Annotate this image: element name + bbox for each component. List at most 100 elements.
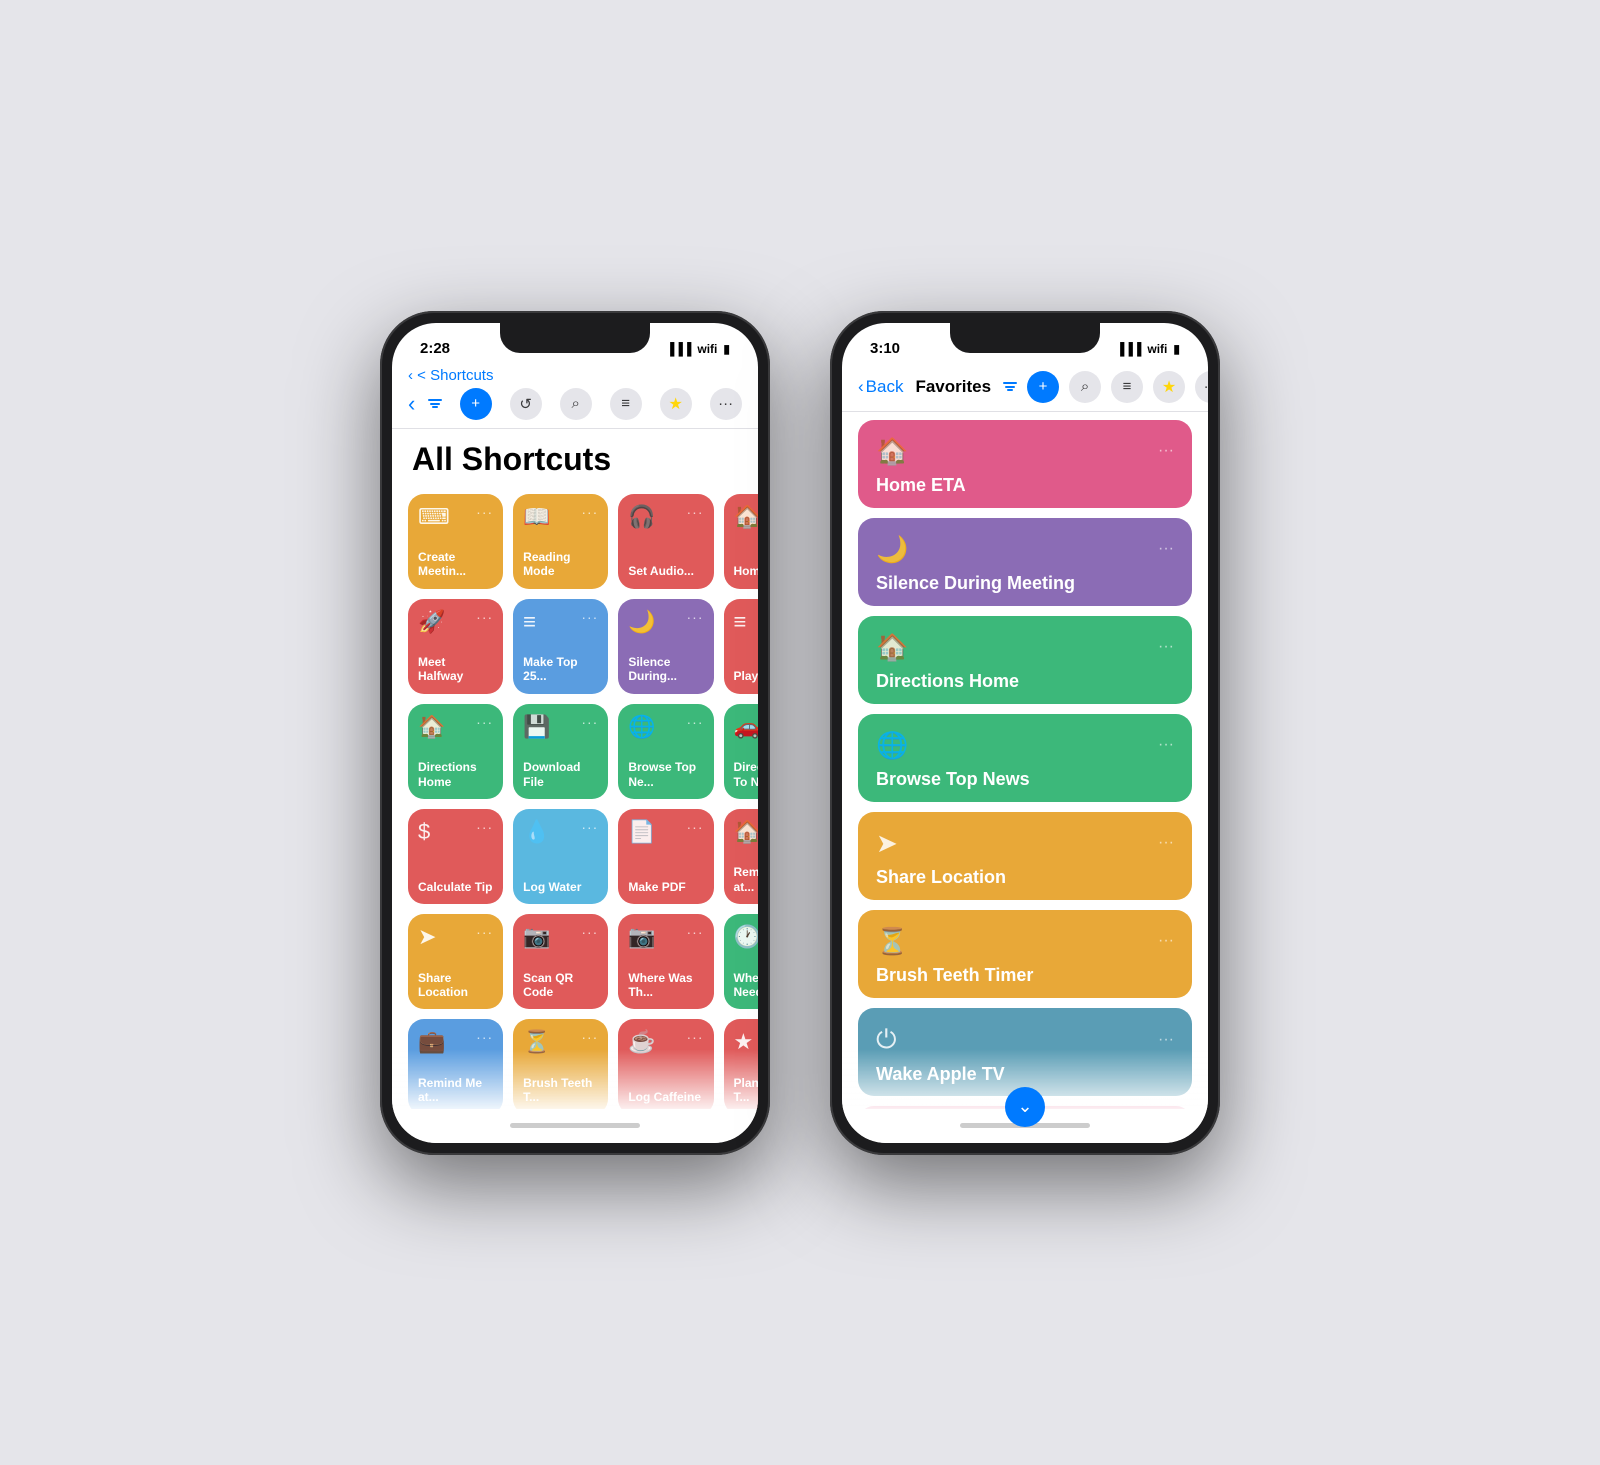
tile-more-icon[interactable]: ··· — [581, 1029, 598, 1045]
fav-more-icon[interactable]: ··· — [1158, 540, 1174, 558]
tile-more-icon[interactable]: ··· — [581, 924, 598, 940]
fav-item-silence-during-meeting[interactable]: 🌙 ··· Silence During Meeting — [858, 518, 1192, 606]
shortcut-tile-make-pdf[interactable]: 📄 ··· Make PDF — [618, 809, 713, 904]
tile-icon-log-caffeine: ☕ — [628, 1029, 655, 1055]
refresh-btn-1[interactable]: ↺ — [510, 388, 542, 420]
back-btn-2[interactable]: ‹ Back — [858, 377, 903, 397]
tile-more-icon[interactable]: ··· — [687, 819, 704, 835]
tile-icon-plan-3-main: ★ — [734, 1029, 754, 1055]
tile-more-icon[interactable]: ··· — [581, 609, 598, 625]
shortcut-tile-play-playlist[interactable]: ≡ ··· Play Playlist — [724, 599, 758, 694]
fav-label-directions-home: Directions Home — [876, 671, 1019, 692]
fav-more-icon[interactable]: ··· — [1158, 834, 1174, 852]
fav-more-icon[interactable]: ··· — [1158, 736, 1174, 754]
back-shortcuts[interactable]: ‹ < Shortcuts — [408, 367, 493, 384]
fav-item-directions-home[interactable]: 🏠 ··· Directions Home — [858, 616, 1192, 704]
tile-more-icon[interactable]: ··· — [581, 714, 598, 730]
tile-top: ≡ ··· — [734, 609, 758, 635]
shortcut-tile-download-file[interactable]: 💾 ··· Download File — [513, 704, 608, 799]
shortcut-tile-scan-qr[interactable]: 📷 ··· Scan QR Code — [513, 914, 608, 1009]
shortcut-tile-share-location[interactable]: ➤ ··· Share Location — [408, 914, 503, 1009]
tile-icon-calculate-tip: $ — [418, 819, 430, 845]
fav-item-home-eta[interactable]: 🏠 ··· Home ETA — [858, 420, 1192, 508]
layers-btn-1[interactable] — [428, 399, 442, 408]
back-chevron-icon: ‹ — [408, 367, 413, 384]
scroll-down-btn[interactable]: ⌄ — [1005, 1087, 1045, 1127]
tile-label-log-water: Log Water — [523, 880, 598, 894]
shortcut-tile-make-top-25[interactable]: ≡ ··· Make Top 25... — [513, 599, 608, 694]
tile-top: ➤ ··· — [418, 924, 493, 950]
more-btn-2[interactable]: ··· — [1195, 371, 1208, 403]
tile-label-where-was-this: Where Was Th... — [628, 971, 703, 1000]
shortcut-tile-create-meeting[interactable]: ⌨ ··· Create Meetin... — [408, 494, 503, 589]
shortcut-tile-plan-3-main[interactable]: ★ ··· Plan 3 Main T... — [724, 1019, 758, 1108]
add-shortcut-btn[interactable]: + — [460, 388, 492, 420]
shortcut-tile-set-audio[interactable]: 🎧 ··· Set Audio... — [618, 494, 713, 589]
shortcut-tile-directions-home[interactable]: 🏠 ··· Directions Home — [408, 704, 503, 799]
tile-more-icon[interactable]: ··· — [687, 924, 704, 940]
tile-more-icon[interactable]: ··· — [476, 1029, 493, 1045]
tile-label-plan-3-main: Plan 3 Main T... — [734, 1076, 758, 1105]
shortcut-tile-silence-during[interactable]: 🌙 ··· Silence During... — [618, 599, 713, 694]
list-btn-1[interactable]: ≡ — [610, 388, 642, 420]
shortcut-tile-when-do-i-need[interactable]: 🕐 ··· When Do I Need... — [724, 914, 758, 1009]
fav-more-icon[interactable]: ··· — [1158, 442, 1174, 460]
fav-item-top: ⏻ ··· — [876, 1024, 1174, 1056]
status-time-1: 2:28 — [420, 340, 450, 357]
star-btn-2[interactable]: ★ — [1153, 371, 1185, 403]
search-btn-2[interactable]: ⌕ — [1069, 371, 1101, 403]
tile-more-icon[interactable]: ··· — [476, 504, 493, 520]
home-indicator-1 — [392, 1109, 758, 1143]
tile-icon-share-location: ➤ — [418, 924, 436, 950]
fav-icon-silence-during-meeting: 🌙 — [876, 534, 908, 565]
tile-label-scan-qr: Scan QR Code — [523, 971, 598, 1000]
shortcut-tile-remind-me-at[interactable]: 🏠 ··· Remind Me at... — [724, 809, 758, 904]
tile-top: 💧 ··· — [523, 819, 598, 845]
tile-more-icon[interactable]: ··· — [687, 714, 704, 730]
nav-back-btn-1[interactable]: ‹ — [408, 391, 415, 417]
shortcut-tile-log-water[interactable]: 💧 ··· Log Water — [513, 809, 608, 904]
shortcut-tile-brush-teeth[interactable]: ⏳ ··· Brush Teeth T... — [513, 1019, 608, 1108]
tile-more-icon[interactable]: ··· — [476, 714, 493, 730]
list-btn-2[interactable]: ≡ — [1111, 371, 1143, 403]
layers-btn-2[interactable] — [1003, 382, 1017, 391]
fav-item-wake-apple-tv[interactable]: ⏻ ··· Wake Apple TV — [858, 1008, 1192, 1096]
tile-more-icon[interactable]: ··· — [581, 504, 598, 520]
shortcut-tile-home-eta[interactable]: 🏠 ··· Home ETA — [724, 494, 758, 589]
fav-label-brush-teeth-timer: Brush Teeth Timer — [876, 965, 1033, 986]
shortcut-tile-browse-top-news[interactable]: 🌐 ··· Browse Top Ne... — [618, 704, 713, 799]
fav-item-browse-top-news[interactable]: 🌐 ··· Browse Top News — [858, 714, 1192, 802]
tile-icon-directions-to-next: 🚗 — [734, 714, 758, 740]
shortcut-tile-directions-to-next[interactable]: 🚗 ··· Directions To Ne... — [724, 704, 758, 799]
fav-more-icon[interactable]: ··· — [1158, 932, 1174, 950]
fav-more-icon[interactable]: ··· — [1158, 638, 1174, 656]
tile-more-icon[interactable]: ··· — [476, 819, 493, 835]
shortcut-tile-remind-me-at2[interactable]: 💼 ··· Remind Me at... — [408, 1019, 503, 1108]
shortcut-tile-reading-mode[interactable]: 📖 ··· Reading Mode — [513, 494, 608, 589]
tile-more-icon[interactable]: ··· — [687, 1029, 704, 1045]
tile-label-directions-to-next: Directions To Ne... — [734, 760, 758, 789]
fav-more-icon[interactable]: ··· — [1158, 1031, 1174, 1049]
tile-more-icon[interactable]: ··· — [687, 609, 704, 625]
shortcut-tile-log-caffeine[interactable]: ☕ ··· Log Caffeine — [618, 1019, 713, 1108]
fav-item-share-location[interactable]: ➤ ··· Share Location — [858, 812, 1192, 900]
fav-item-top: 🏠 ··· — [876, 436, 1174, 467]
tile-more-icon[interactable]: ··· — [581, 819, 598, 835]
search-btn-1[interactable]: ⌕ — [560, 388, 592, 420]
tile-more-icon[interactable]: ··· — [687, 504, 704, 520]
tile-icon-brush-teeth: ⏳ — [523, 1029, 550, 1055]
tile-more-icon[interactable]: ··· — [476, 609, 493, 625]
more-btn-1[interactable]: ··· — [710, 388, 742, 420]
star-btn-1[interactable]: ★ — [660, 388, 692, 420]
shortcut-tile-meet-halfway[interactable]: 🚀 ··· Meet Halfway — [408, 599, 503, 694]
fav-label-home-eta: Home ETA — [876, 475, 966, 496]
add-btn-2[interactable]: + — [1027, 371, 1059, 403]
tile-top: 💼 ··· — [418, 1029, 493, 1055]
tile-icon-directions-home: 🏠 — [418, 714, 445, 740]
fav-label-share-location: Share Location — [876, 867, 1006, 888]
tile-more-icon[interactable]: ··· — [476, 924, 493, 940]
tile-icon-set-audio: 🎧 — [628, 504, 655, 530]
shortcut-tile-where-was-this[interactable]: 📷 ··· Where Was Th... — [618, 914, 713, 1009]
shortcut-tile-calculate-tip[interactable]: $ ··· Calculate Tip — [408, 809, 503, 904]
fav-item-brush-teeth-timer[interactable]: ⏳ ··· Brush Teeth Timer — [858, 910, 1192, 998]
